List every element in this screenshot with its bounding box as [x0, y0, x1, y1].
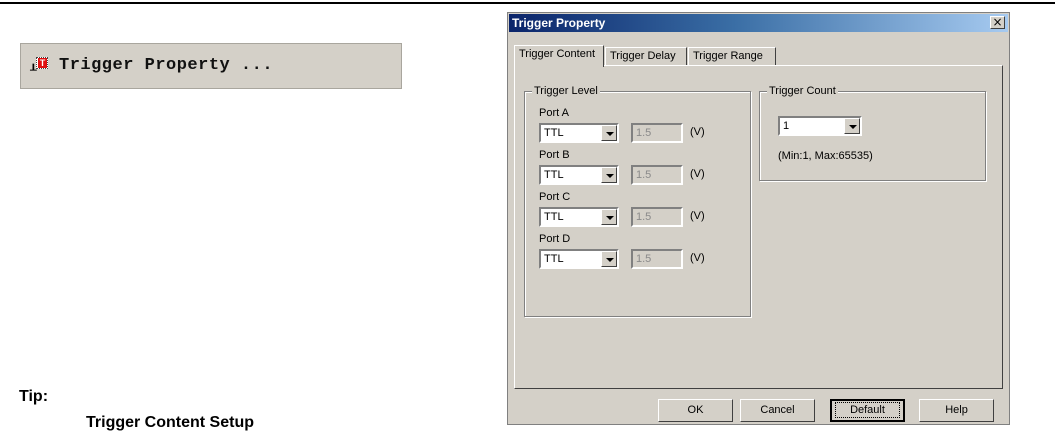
- trigger-count-group: Trigger Count 1 (Min:1, Max:65535): [759, 85, 986, 181]
- top-divider: [0, 2, 1055, 4]
- chevron-down-icon[interactable]: [844, 118, 860, 134]
- trigger-count-legend: Trigger Count: [767, 85, 838, 97]
- port-b-mode-select[interactable]: TTL: [539, 165, 619, 185]
- port-d-voltage-value: 1.5: [636, 253, 652, 265]
- chevron-down-icon[interactable]: [601, 167, 617, 183]
- menu-item-label: Trigger Property ...: [59, 56, 274, 75]
- port-d-voltage-input: 1.5: [631, 249, 683, 269]
- close-icon[interactable]: ×: [990, 16, 1005, 29]
- default-button-label: Default: [835, 402, 900, 418]
- port-a-voltage-value: 1.5: [636, 127, 652, 139]
- chevron-down-icon[interactable]: [601, 209, 617, 225]
- port-c-voltage-input: 1.5: [631, 207, 683, 227]
- port-a-mode-value: TTL: [544, 127, 564, 139]
- port-d-label: Port D: [539, 233, 571, 245]
- port-c-mode-select[interactable]: TTL: [539, 207, 619, 227]
- port-b-voltage-value: 1.5: [636, 169, 652, 181]
- port-b-unit: (V): [690, 168, 705, 180]
- chevron-down-icon[interactable]: [601, 125, 617, 141]
- help-button[interactable]: Help: [919, 399, 994, 422]
- trigger-count-select[interactable]: 1: [778, 116, 862, 136]
- dialog-titlebar[interactable]: Trigger Property ×: [509, 14, 1008, 32]
- port-c-unit: (V): [690, 210, 705, 222]
- trigger-count-value: 1: [783, 120, 790, 132]
- port-c-voltage-value: 1.5: [636, 211, 652, 223]
- trigger-count-range-note: (Min:1, Max:65535): [778, 150, 873, 162]
- trigger-property-dialog: Trigger Property × Trigger Content Trigg…: [507, 12, 1010, 425]
- port-a-voltage-input: 1.5: [631, 123, 683, 143]
- port-d-mode-select[interactable]: TTL: [539, 249, 619, 269]
- trigger-level-legend: Trigger Level: [532, 85, 600, 97]
- trigger-level-group: Trigger Level Port A TTL 1.5 (V) Port B …: [524, 85, 751, 317]
- port-b-voltage-input: 1.5: [631, 165, 683, 185]
- dialog-title: Trigger Property: [512, 16, 606, 30]
- tab-trigger-content[interactable]: Trigger Content: [514, 45, 604, 67]
- tip-subheading: Trigger Content Setup: [86, 414, 254, 431]
- port-a-label: Port A: [539, 107, 569, 119]
- port-a-mode-select[interactable]: TTL: [539, 123, 619, 143]
- port-a-unit: (V): [690, 126, 705, 138]
- trigger-t-icon: T: [36, 57, 48, 69]
- tab-panel-trigger-content: Trigger Level Port A TTL 1.5 (V) Port B …: [514, 65, 1003, 389]
- port-b-label: Port B: [539, 149, 570, 161]
- ok-button[interactable]: OK: [658, 399, 733, 422]
- port-d-mode-value: TTL: [544, 253, 564, 265]
- tip-heading: Tip:: [19, 388, 49, 405]
- port-d-unit: (V): [690, 252, 705, 264]
- default-button[interactable]: Default: [830, 399, 905, 422]
- port-c-label: Port C: [539, 191, 571, 203]
- port-c-mode-value: TTL: [544, 211, 564, 223]
- cancel-button[interactable]: Cancel: [740, 399, 815, 422]
- tab-trigger-delay[interactable]: Trigger Delay: [605, 47, 687, 65]
- port-b-mode-value: TTL: [544, 169, 564, 181]
- trigger-property-menu-item[interactable]: ┸ T Trigger Property ...: [20, 43, 402, 89]
- chevron-down-icon[interactable]: [601, 251, 617, 267]
- tab-trigger-range[interactable]: Trigger Range: [688, 47, 776, 65]
